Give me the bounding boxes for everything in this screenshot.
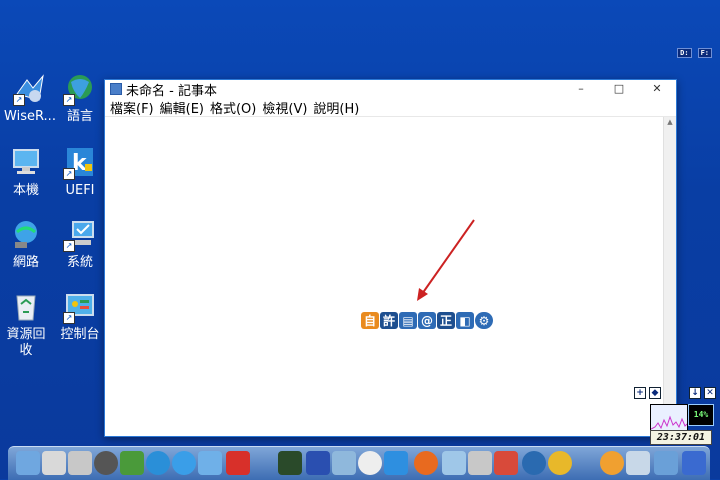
menu-bar: 檔案(F) 編輯(E) 格式(O) 檢視(V) 說明(H) xyxy=(105,98,676,117)
desktop-icon-system[interactable]: ↗ 系統 xyxy=(52,218,108,271)
image-viewer-icon[interactable] xyxy=(442,451,466,475)
desktop-icon-wiser[interactable]: ↗ WiseR... xyxy=(2,72,58,125)
clock-icon[interactable] xyxy=(358,451,382,475)
desktop-icon-this-pc[interactable]: 本機 xyxy=(0,146,54,199)
system-monitor-icon[interactable] xyxy=(278,451,302,475)
maximize-button[interactable]: □ xyxy=(600,80,638,98)
window-title: 未命名 - 記事本 xyxy=(126,83,217,99)
title-bar[interactable]: 未命名 - 記事本 – □ ✕ xyxy=(105,80,676,99)
cpu-graph xyxy=(650,404,688,432)
bird-icon[interactable] xyxy=(198,451,222,475)
desktop-icon-label: 語言 xyxy=(66,109,93,124)
drive-f-indicator[interactable]: F: xyxy=(697,48,712,58)
menu-edit[interactable]: 編輯(E) xyxy=(157,98,207,117)
globe-icon: ↗ xyxy=(63,72,97,106)
start-icon[interactable] xyxy=(120,451,144,475)
wise-care-icon: ↗ xyxy=(13,72,47,106)
save-disk-icon[interactable] xyxy=(306,451,330,475)
desktop-icon-label: UEFI xyxy=(65,183,95,198)
eye-icon[interactable] xyxy=(548,451,572,475)
close-widget-icon[interactable]: ✕ xyxy=(704,387,716,399)
system-icon: ↗ xyxy=(63,218,97,252)
desktop-icon-label: 系統 xyxy=(66,255,93,270)
desktop-icon-label: 本機 xyxy=(12,183,39,198)
globe-app-icon[interactable] xyxy=(522,451,546,475)
finder-icon[interactable] xyxy=(42,451,66,475)
dock-taskbar xyxy=(8,446,710,480)
menu-file[interactable]: 檔案(F) xyxy=(107,98,157,117)
grid-app-icon[interactable] xyxy=(682,451,706,475)
notepad-window: 未命名 - 記事本 – □ ✕ 檔案(F) 編輯(E) 格式(O) 檢視(V) … xyxy=(104,79,677,437)
ime-list-icon[interactable]: ▤ xyxy=(399,312,417,329)
internet-explorer-icon[interactable] xyxy=(146,451,170,475)
desktop-shortcut-icon[interactable] xyxy=(16,451,40,475)
ime-toolbar: 自 許 ▤ @ 正 ◧ ⚙ xyxy=(361,312,493,329)
menu-help[interactable]: 說明(H) xyxy=(310,98,362,117)
settings-app-icon[interactable] xyxy=(626,451,650,475)
ime-symbol-button[interactable]: @ xyxy=(418,312,436,329)
desktop-icon-recycle-bin[interactable]: 資源回收 xyxy=(0,290,54,359)
menu-view[interactable]: 檢視(V) xyxy=(259,98,310,117)
desktop-icon-network[interactable]: 網路 xyxy=(0,218,54,271)
wolf-icon[interactable] xyxy=(468,451,492,475)
close-button[interactable]: ✕ xyxy=(638,80,676,98)
uefi-icon: k ↗ xyxy=(63,146,97,180)
control-panel-icon: ↗ xyxy=(63,290,97,324)
menu-format[interactable]: 格式(O) xyxy=(207,98,259,117)
desktop-icon-language[interactable]: ↗ 語言 xyxy=(52,72,108,125)
minimize-button[interactable]: – xyxy=(562,80,600,98)
drive-icon[interactable] xyxy=(68,451,92,475)
notes-icon[interactable] xyxy=(332,451,356,475)
play-icon[interactable] xyxy=(384,451,408,475)
desktop-icon-label: 資源回收 xyxy=(6,327,46,358)
ime-input-method-button[interactable]: 許 xyxy=(380,312,398,329)
notepad-icon xyxy=(110,83,122,95)
power-icon[interactable] xyxy=(226,451,250,475)
screenshot-icon[interactable] xyxy=(654,451,678,475)
ime-traditional-button[interactable]: 正 xyxy=(437,312,455,329)
ime-mode-button[interactable]: 自 xyxy=(361,312,379,329)
firefox-icon[interactable] xyxy=(414,451,438,475)
widget-options-icon[interactable]: ◆ xyxy=(649,387,661,399)
text-editor-area[interactable] xyxy=(105,117,664,436)
help-icon[interactable] xyxy=(172,451,196,475)
disc-icon[interactable] xyxy=(94,451,118,475)
chart-app-icon[interactable] xyxy=(494,451,518,475)
network-icon xyxy=(9,218,43,252)
scroll-up-icon[interactable]: ▲ xyxy=(664,117,676,127)
clock-widget: 23:37:01 xyxy=(650,430,712,445)
download-icon[interactable]: ↓ xyxy=(689,387,701,399)
headphones-icon[interactable] xyxy=(600,451,624,475)
ime-settings-gear-icon[interactable]: ⚙ xyxy=(475,312,493,329)
ime-halfwidth-button[interactable]: ◧ xyxy=(456,312,474,329)
cpu-usage-percent: 14% xyxy=(688,404,714,426)
drive-d-indicator[interactable]: D: xyxy=(677,48,692,58)
desktop-icon-uefi[interactable]: k ↗ UEFI xyxy=(52,146,108,199)
vertical-scrollbar[interactable]: ▲ xyxy=(663,117,676,436)
computer-icon xyxy=(9,146,43,180)
add-widget-icon[interactable]: + xyxy=(634,387,646,399)
drive-indicators: D: F: xyxy=(677,48,712,58)
recycle-bin-icon xyxy=(9,290,43,324)
desktop-icon-label: WiseR... xyxy=(4,109,56,124)
desktop-icon-control-panel[interactable]: ↗ 控制台 xyxy=(52,290,108,343)
desktop-icon-label: 網路 xyxy=(12,255,39,270)
desktop-icon-label: 控制台 xyxy=(60,327,100,342)
